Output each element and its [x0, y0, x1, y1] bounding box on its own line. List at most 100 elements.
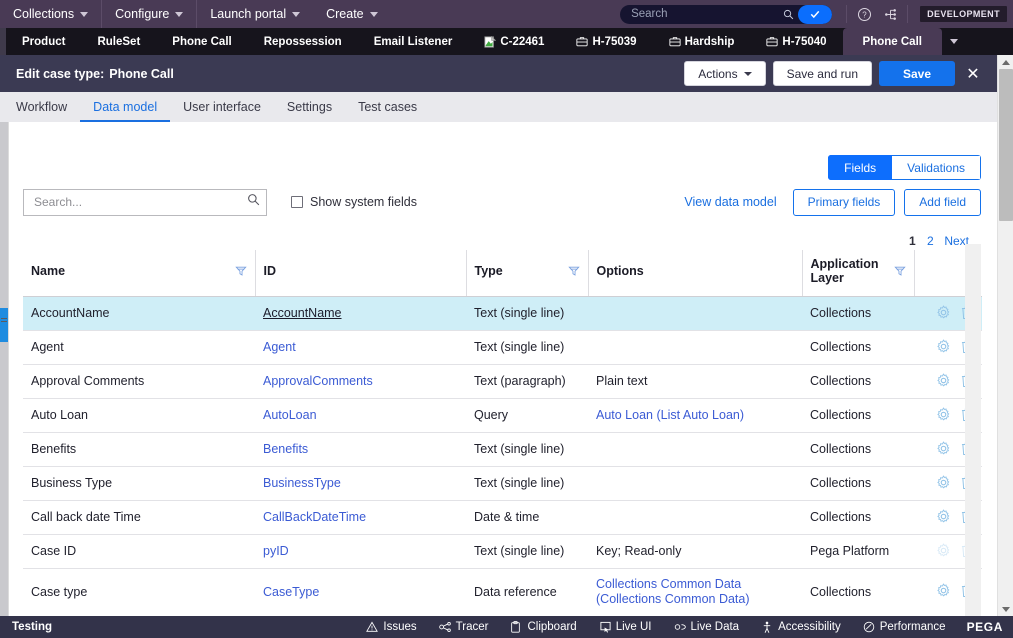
- table-row[interactable]: Agent Agent Text (single line) Collections: [23, 330, 982, 365]
- gear-icon[interactable]: [934, 304, 951, 322]
- doc-tab-h-75039[interactable]: H-75039: [560, 28, 652, 55]
- table-row[interactable]: AccountName AccountName Text (single line)…: [23, 296, 982, 331]
- option-link[interactable]: Collections Common Data: [596, 577, 794, 592]
- status-item-live-data[interactable]: Live Data: [663, 621, 751, 633]
- document-tab-bar: Product RuleSet Phone Call Repossession …: [0, 28, 1013, 55]
- scroll-up-arrow[interactable]: [998, 55, 1013, 69]
- tab-data-model[interactable]: Data model: [80, 92, 171, 122]
- search-input[interactable]: [620, 7, 779, 21]
- doc-tab-h-75040[interactable]: H-75040: [750, 28, 842, 55]
- fields-search[interactable]: [23, 188, 267, 216]
- gear-icon[interactable]: [934, 372, 951, 390]
- tab-workflow[interactable]: Workflow: [16, 92, 80, 122]
- status-item-issues[interactable]: Issues: [355, 621, 427, 633]
- field-id-link[interactable]: CaseType: [263, 585, 319, 599]
- status-item-label: Live UI: [615, 621, 652, 633]
- doc-tab-label: RuleSet: [97, 35, 141, 48]
- table-row[interactable]: Business Type BusinessType Text (single li…: [23, 466, 982, 501]
- help-circle-icon[interactable]: ?: [851, 0, 877, 28]
- gear-icon[interactable]: [934, 474, 951, 492]
- doc-tab-product[interactable]: Product: [6, 28, 81, 55]
- page-vertical-scrollbar[interactable]: [997, 55, 1013, 616]
- page-2-button[interactable]: 2: [922, 233, 938, 249]
- status-item-performance[interactable]: Performance: [852, 621, 957, 633]
- status-item-accessibility[interactable]: Accessibility: [750, 621, 852, 633]
- status-item-tracer[interactable]: Tracer: [428, 621, 500, 633]
- gear-icon[interactable]: [934, 583, 951, 600]
- table-row[interactable]: Case type CaseType Data reference Collectio…: [23, 568, 982, 610]
- field-id-link[interactable]: BusinessType: [263, 476, 341, 490]
- nav-menu-launch-portal[interactable]: Launch portal: [197, 0, 313, 28]
- toggle-fields[interactable]: Fields: [828, 155, 893, 180]
- tab-user-interface[interactable]: User interface: [170, 92, 274, 122]
- table-vertical-scrollbar[interactable]: [965, 244, 981, 638]
- global-search[interactable]: [620, 4, 833, 24]
- scroll-down-arrow[interactable]: [998, 602, 1013, 616]
- cell-id: Benefits: [255, 432, 466, 467]
- status-item-live-ui[interactable]: Live UI: [588, 621, 663, 633]
- scrollbar-thumb[interactable]: [999, 69, 1013, 221]
- doc-tab-repossession[interactable]: Repossession: [248, 28, 358, 55]
- left-resize-rail[interactable]: [0, 122, 8, 616]
- save-and-run-button[interactable]: Save and run: [772, 61, 872, 86]
- page-1-button[interactable]: 1: [904, 233, 920, 249]
- add-field-button[interactable]: Add field: [904, 188, 981, 216]
- field-id-link[interactable]: CallBackDateTime: [263, 510, 366, 524]
- left-rail-drag-handle[interactable]: [1, 318, 7, 325]
- status-item-clipboard[interactable]: Clipboard: [499, 621, 587, 633]
- field-id-link[interactable]: ApprovalComments: [263, 374, 373, 388]
- view-data-model-link[interactable]: View data model: [684, 195, 776, 209]
- table-toolbar: Show system fields View data model Prima…: [23, 188, 981, 216]
- field-id-link[interactable]: AutoLoan: [263, 408, 317, 422]
- gear-icon[interactable]: [934, 508, 951, 526]
- gear-icon: [934, 542, 951, 560]
- field-id-link[interactable]: AccountName: [263, 306, 342, 320]
- filter-icon[interactable]: [567, 265, 580, 277]
- nav-menu-create[interactable]: Create: [313, 0, 391, 28]
- status-item-label: Live Data: [690, 621, 740, 633]
- table-row[interactable]: Call back date Time CallBackDateTime Date …: [23, 500, 982, 535]
- search-submit-button[interactable]: [798, 4, 833, 24]
- filter-icon[interactable]: [234, 265, 247, 277]
- filter-icon[interactable]: [893, 265, 906, 277]
- column-label: ID: [263, 263, 277, 278]
- column-header-name[interactable]: Name: [23, 250, 256, 297]
- table-row[interactable]: Approval Comments ApprovalComments Text (p…: [23, 364, 982, 399]
- table-row[interactable]: Auto Loan AutoLoan Query Auto Loan (List Au…: [23, 398, 982, 433]
- node-tree-icon[interactable]: [877, 0, 903, 28]
- column-header-application-layer[interactable]: Application Layer: [802, 250, 915, 297]
- close-icon[interactable]: ✕: [961, 61, 985, 86]
- actions-button[interactable]: Actions: [684, 61, 766, 86]
- doc-tab-email-listener[interactable]: Email Listener: [358, 28, 469, 55]
- tab-settings[interactable]: Settings: [274, 92, 345, 122]
- doc-tab-c-22461[interactable]: C-22461: [468, 28, 560, 55]
- doc-tab-ruleset[interactable]: RuleSet: [81, 28, 156, 55]
- table-header-row: Name ID Type Options Application Layer: [23, 250, 982, 297]
- field-id-link[interactable]: pyID: [263, 544, 289, 558]
- gear-icon[interactable]: [934, 440, 951, 458]
- field-id-link[interactable]: Benefits: [263, 442, 308, 456]
- gear-icon[interactable]: [934, 406, 951, 424]
- column-header-options[interactable]: Options: [588, 250, 803, 297]
- doc-tab-hardship[interactable]: Hardship: [653, 28, 751, 55]
- doc-tab-overflow-button[interactable]: [942, 28, 966, 55]
- column-header-type[interactable]: Type: [466, 250, 589, 297]
- gear-icon[interactable]: [934, 338, 951, 356]
- table-row[interactable]: Benefits Benefits Text (single line) Collec…: [23, 432, 982, 467]
- briefcase-icon: [576, 36, 589, 47]
- primary-fields-button[interactable]: Primary fields: [792, 188, 896, 216]
- nav-menu-configure[interactable]: Configure: [102, 0, 198, 28]
- field-id-link[interactable]: Agent: [263, 340, 296, 354]
- option-link-secondary[interactable]: (Collections Common Data): [596, 592, 794, 607]
- search-input[interactable]: [32, 194, 247, 210]
- table-row[interactable]: Case ID pyID Text (single line) Key; Read-o…: [23, 534, 982, 569]
- toggle-validations[interactable]: Validations: [892, 155, 981, 180]
- doc-tab-phone-call-active[interactable]: Phone Call: [842, 28, 942, 55]
- tab-test-cases[interactable]: Test cases: [345, 92, 430, 122]
- save-button[interactable]: Save: [879, 61, 955, 86]
- show-system-fields-checkbox[interactable]: Show system fields: [291, 195, 417, 209]
- nav-menu-collections[interactable]: Collections: [0, 0, 103, 28]
- doc-tab-phone-call[interactable]: Phone Call: [156, 28, 247, 55]
- option-link[interactable]: Auto Loan (List Auto Loan): [596, 408, 744, 422]
- column-header-id[interactable]: ID: [255, 250, 467, 297]
